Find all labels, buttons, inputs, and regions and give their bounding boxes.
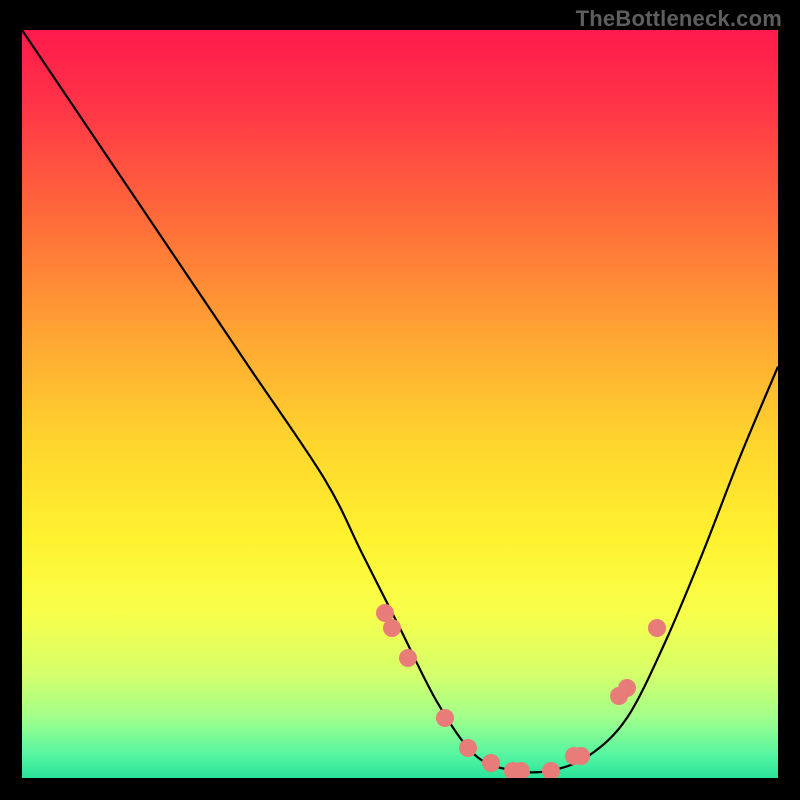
data-point [459, 739, 477, 757]
data-point [436, 709, 454, 727]
data-point [618, 679, 636, 697]
data-point [383, 619, 401, 637]
data-point [648, 619, 666, 637]
plot-area [22, 30, 778, 778]
chart-frame: TheBottleneck.com [0, 0, 800, 800]
data-point [482, 754, 500, 772]
data-point [542, 762, 560, 778]
bottleneck-curve [22, 30, 778, 778]
data-point [512, 762, 530, 778]
data-point [572, 747, 590, 765]
watermark-text: TheBottleneck.com [576, 6, 782, 32]
data-point [399, 649, 417, 667]
